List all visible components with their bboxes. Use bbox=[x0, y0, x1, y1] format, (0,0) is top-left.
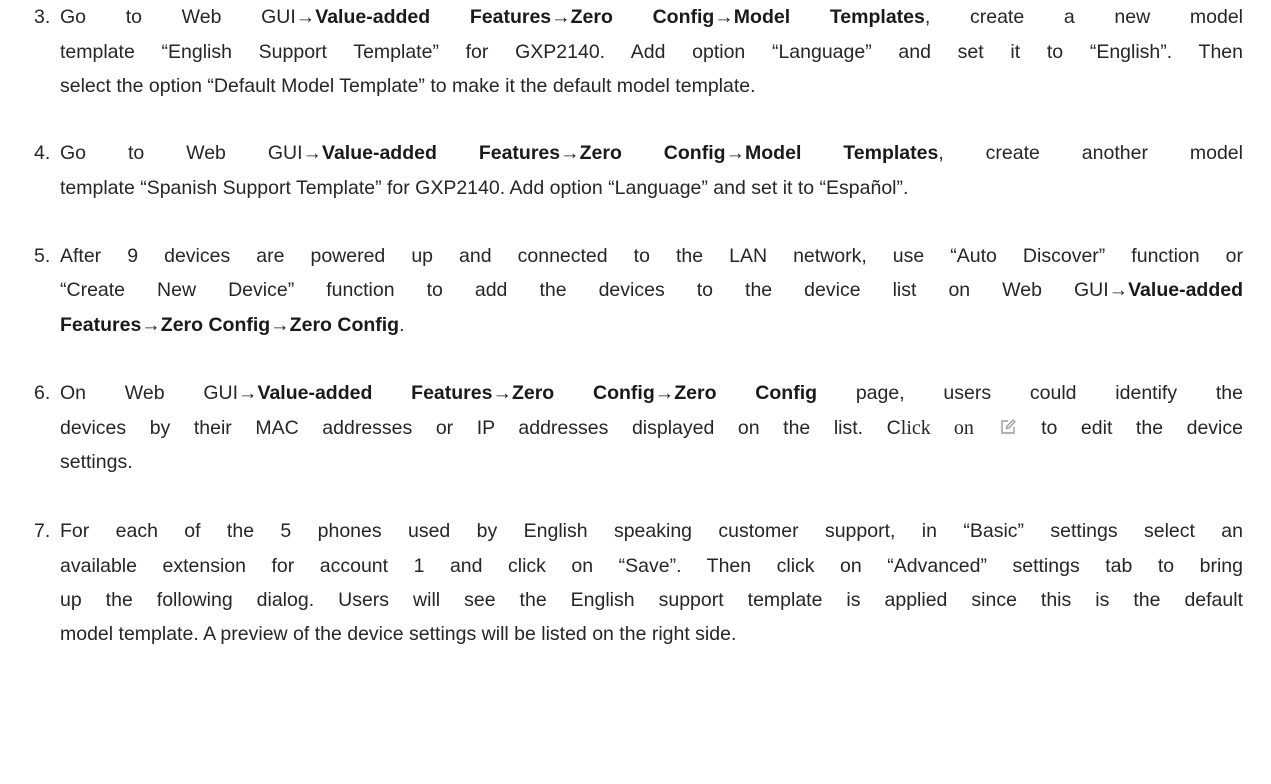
serif-text-run: lick on bbox=[900, 417, 974, 439]
text-run: Go to Web GUI→ bbox=[60, 6, 316, 28]
step-number: 4. bbox=[34, 142, 51, 164]
bold-menu-path: Value-added bbox=[1128, 279, 1243, 301]
step-number: 3. bbox=[34, 6, 51, 28]
step-number: 6. bbox=[34, 382, 51, 404]
step-line: “Create New Device” function to add the … bbox=[60, 275, 1243, 307]
text-run: “Create New Device” function to add the … bbox=[60, 279, 1129, 301]
text-run: select the option “Default Model Templat… bbox=[60, 75, 756, 97]
step-line: template “English Support Template” for … bbox=[60, 37, 1243, 69]
step-line: Go to Web GUI→Value-added Features→Zero … bbox=[60, 2, 1243, 34]
bold-menu-path: Value-added Features→Zero Config→Model T… bbox=[315, 6, 925, 28]
text-run bbox=[974, 417, 998, 439]
step-number: 5. bbox=[34, 245, 51, 267]
text-run: Go to Web GUI→ bbox=[60, 142, 323, 164]
step-line: model template. A preview of the device … bbox=[60, 619, 1243, 651]
step-line: up the following dialog. Users will see … bbox=[60, 585, 1243, 617]
text-run: , create another model bbox=[938, 142, 1243, 164]
edit-icon[interactable] bbox=[1000, 419, 1016, 435]
step-line: Go to Web GUI→Value-added Features→Zero … bbox=[60, 138, 1243, 170]
step-line: Features→Zero Config→Zero Config. bbox=[60, 310, 1243, 342]
text-run: settings. bbox=[60, 451, 133, 473]
text-run: , create a new model bbox=[924, 6, 1243, 28]
step-line: devices by their MAC addresses or IP add… bbox=[60, 413, 1243, 445]
bold-menu-path: Value-added Features→Zero Config→Zero Co… bbox=[257, 382, 818, 404]
text-run: page, users could identify the bbox=[817, 382, 1243, 404]
text-run: template “English Support Template” for … bbox=[60, 41, 1243, 63]
bold-menu-path: Value-added Features→Zero Config→Model T… bbox=[322, 142, 939, 164]
text-run: up the following dialog. Users will see … bbox=[60, 589, 1243, 611]
text-run: After 9 devices are powered up and conne… bbox=[60, 245, 1243, 267]
step-number: 7. bbox=[34, 520, 51, 542]
step-line: settings. bbox=[60, 447, 1243, 479]
step-line: For each of the 5 phones used by English… bbox=[60, 516, 1243, 548]
document-page: 3. Go to Web GUI→Value-added Features→Ze… bbox=[0, 0, 1271, 784]
step-line: available extension for account 1 and cl… bbox=[60, 551, 1243, 583]
text-run: . bbox=[399, 314, 405, 336]
text-run: On Web GUI→ bbox=[60, 382, 258, 404]
text-run: template “Spanish Support Template” for … bbox=[60, 177, 909, 199]
text-run: to edit the device bbox=[1017, 417, 1243, 439]
text-run: available extension for account 1 and cl… bbox=[60, 555, 1243, 577]
step-line: After 9 devices are powered up and conne… bbox=[60, 241, 1243, 273]
step-line: template “Spanish Support Template” for … bbox=[60, 173, 1243, 205]
text-run: model template. A preview of the device … bbox=[60, 623, 737, 645]
step-line: select the option “Default Model Templat… bbox=[60, 71, 1243, 103]
text-run: devices by their MAC addresses or IP add… bbox=[60, 417, 901, 439]
step-line: On Web GUI→Value-added Features→Zero Con… bbox=[60, 378, 1243, 410]
bold-menu-path: Features→Zero Config→Zero Config bbox=[60, 314, 400, 336]
text-run: For each of the 5 phones used by English… bbox=[60, 520, 1243, 542]
